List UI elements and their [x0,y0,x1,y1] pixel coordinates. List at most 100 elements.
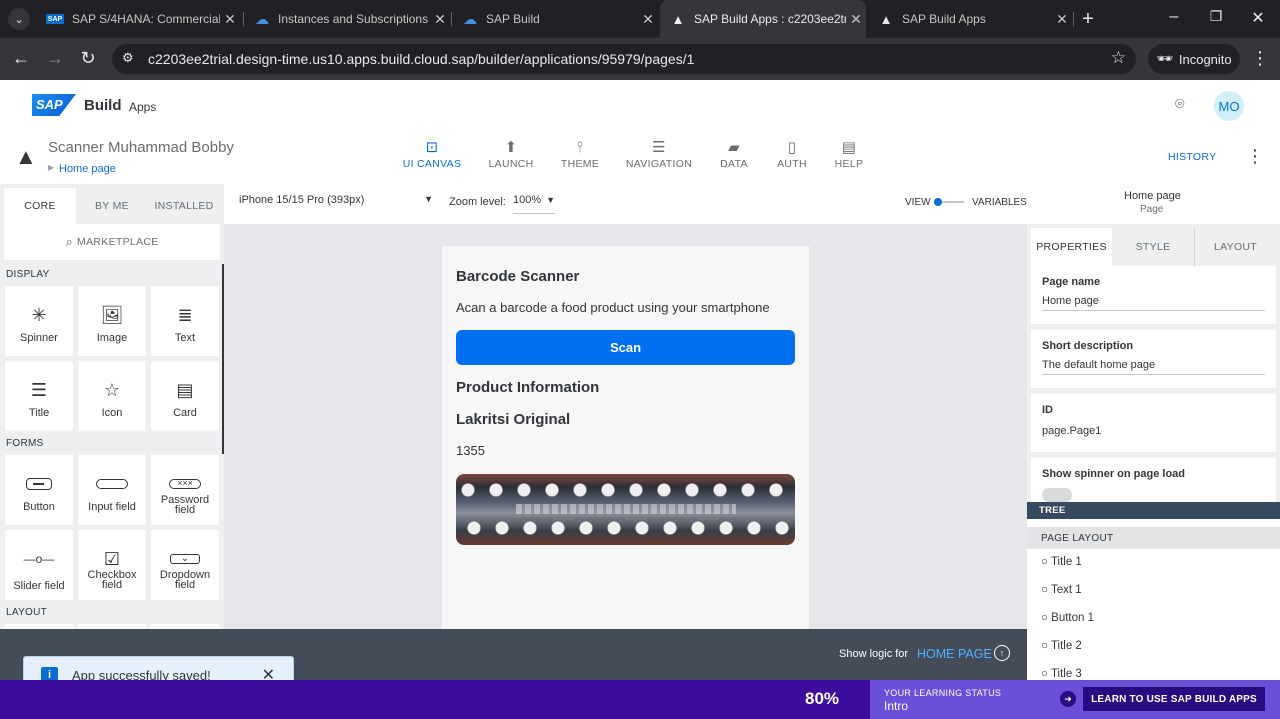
tab-ui-canvas[interactable]: ⊡ UI CANVAS [392,138,472,170]
back-icon[interactable]: ← [10,48,32,69]
close-tab-icon[interactable]: ✕ [430,11,450,28]
tab-search-button[interactable]: ⌄ [8,8,30,30]
cloud-icon: ☁ [255,10,269,27]
tree-item[interactable]: ○ Text 1 [1041,584,1082,596]
title-barcode-scanner[interactable]: Barcode Scanner [456,268,579,285]
zoom-label: Zoom level: [449,196,506,208]
tree-item[interactable]: ○ Button 1 [1041,612,1094,624]
title-product-name[interactable]: Lakritsi Original [456,411,570,428]
launch-icon: ⬆ [504,139,518,156]
site-settings-icon[interactable]: ⚙ [122,50,134,66]
arrow-right-icon[interactable]: ➜ [1060,691,1076,707]
learning-bar: 80% YOUR LEARNING STATUS Intro ➜ LEARN T… [0,680,1280,719]
phone-preview[interactable]: Barcode Scanner Acan a barcode a food pr… [442,246,809,629]
tab-navigation[interactable]: ☰ NAVIGATION [619,138,699,170]
spinner-icon: ✳ [31,304,47,325]
component-image[interactable]: 🖼 Image [78,286,146,356]
tab-layout[interactable]: LAYOUT [1194,228,1276,266]
incognito-icon: 🕶 [1156,51,1173,66]
browser-tab[interactable]: SAP SAP S/4HANA: Commercial P ✕ [36,0,240,38]
component-password-field[interactable]: ××× Password field [151,455,219,525]
product-image[interactable] [456,474,795,545]
browser-tab[interactable]: ☁ Instances and Subscriptions ✕ [244,0,450,38]
component-title[interactable]: ☰ Title [5,361,73,431]
component-checkbox-field[interactable]: ☑ Checkbox field [78,530,146,600]
expand-logic-icon[interactable]: ↑ [994,645,1010,661]
short-description-input[interactable]: The default home page [1042,359,1265,375]
component-card[interactable]: ▤ Card [151,361,219,431]
learning-status-box: YOUR LEARNING STATUS Intro ➜ LEARN TO US… [870,680,1280,719]
close-tab-icon[interactable]: ✕ [220,11,240,28]
build-apps-logo-icon: ▲ [15,144,37,169]
restore-icon[interactable]: ❐ [1206,8,1226,25]
tab-installed[interactable]: INSTALLED [148,188,220,224]
device-select[interactable]: iPhone 15/15 Pro (393px) ▼ [239,194,433,214]
build-apps-icon: ▲ [879,11,893,27]
component-dropdown-field[interactable]: ⌄ Dropdown field [151,530,219,600]
forward-icon[interactable]: → [44,48,66,69]
tab-help[interactable]: ▤ HELP [809,138,889,170]
reload-icon[interactable]: ↻ [77,48,99,69]
page-layout-header[interactable]: PAGE LAYOUT [1027,527,1280,549]
page-link[interactable]: Home page [59,163,116,175]
learn-cta-button[interactable]: LEARN TO USE SAP BUILD APPS [1083,687,1265,711]
project-name[interactable]: Scanner Muhammad Bobby [48,139,234,156]
browser-tab-bar: ⌄ SAP SAP S/4HANA: Commercial P ✕ ☁ Inst… [0,0,1280,38]
component-slider-field[interactable]: —o— Slider field [5,530,73,600]
browser-menu-icon[interactable]: ⋮ [1249,48,1271,69]
tab-launch[interactable]: ⬆ LAUNCH [471,138,551,170]
input-icon [96,467,128,501]
marketplace-button[interactable]: ⌕ MARKETPLACE [4,224,220,260]
more-options-icon[interactable]: ⋮ [1246,146,1264,167]
close-tab-icon[interactable]: ✕ [846,11,866,28]
component-icon[interactable]: ☆ Icon [78,361,146,431]
component-text[interactable]: ≣ Text [151,286,219,356]
show-logic-target[interactable]: HOME PAGE [917,647,992,661]
product-name: Build [84,97,122,114]
tree-item[interactable]: ○ Title 2 [1041,640,1082,652]
component-spinner[interactable]: ✳ Spinner [5,286,73,356]
card-icon: ▤ [176,379,194,400]
tree-item[interactable]: ○ Title 1 [1041,556,1082,568]
tab-style[interactable]: STYLE [1112,228,1194,266]
component-button[interactable]: Button [5,455,73,525]
spinner-toggle[interactable] [1042,488,1072,502]
scan-button[interactable]: Scan [456,330,795,365]
variables-label[interactable]: VARIABLES [972,197,1027,208]
avatar[interactable]: MO [1214,91,1244,121]
tab-theme[interactable]: ⫯ THEME [540,138,620,170]
view-variables-toggle[interactable] [934,198,964,206]
component-library: CORE BY ME INSTALLED ⌕ MARKETPLACE DISPL… [0,184,224,629]
zoom-select[interactable]: 100% ▼ [513,194,555,214]
browser-tab-active[interactable]: ▲ SAP Build Apps : c2203ee2tr ✕ [660,0,866,38]
browser-tab[interactable]: ☁ SAP Build ✕ [452,0,658,38]
component-input-field[interactable]: Input field [78,455,146,525]
sap-logo[interactable]: SAP [32,94,76,116]
tree-header[interactable]: TREE [1027,502,1280,519]
id-property: ID page.Page1 [1031,394,1276,452]
tree-item[interactable]: ○ Title 3 [1041,668,1082,680]
app-header: SAP Build Apps ⌾ MO [0,80,1280,130]
page-name-input[interactable]: Home page [1042,295,1265,311]
close-tab-icon[interactable]: ✕ [1052,11,1072,28]
close-tab-icon[interactable]: ✕ [638,11,658,28]
url-input[interactable]: ⚙ c2203ee2trial.design-time.us10.apps.bu… [112,44,1136,74]
minimize-icon[interactable]: – [1164,8,1184,26]
tab-core[interactable]: CORE [4,188,76,224]
show-logic-label: Show logic for [839,648,909,660]
close-window-icon[interactable]: ✕ [1248,8,1268,28]
text-product-code[interactable]: 1355 [456,443,485,458]
title-product-information[interactable]: Product Information [456,379,599,396]
incognito-indicator[interactable]: 🕶 Incognito [1148,44,1240,74]
search-icon: ⌕ [65,234,74,249]
browser-tab[interactable]: ▲ SAP Build Apps ✕ [868,0,1072,38]
tab-by-me[interactable]: BY ME [76,188,148,224]
notifications-icon[interactable]: ⌾ [1175,96,1185,114]
section-display: DISPLAY [6,269,50,280]
bookmark-star-icon[interactable]: ☆ [1111,48,1126,68]
text-description[interactable]: Acan a barcode a food product using your… [456,300,770,315]
new-tab-icon[interactable]: + [1078,8,1098,31]
history-button[interactable]: HISTORY [1168,151,1216,163]
tab-properties[interactable]: PROPERTIES [1031,228,1112,266]
section-layout: LAYOUT [6,607,48,618]
